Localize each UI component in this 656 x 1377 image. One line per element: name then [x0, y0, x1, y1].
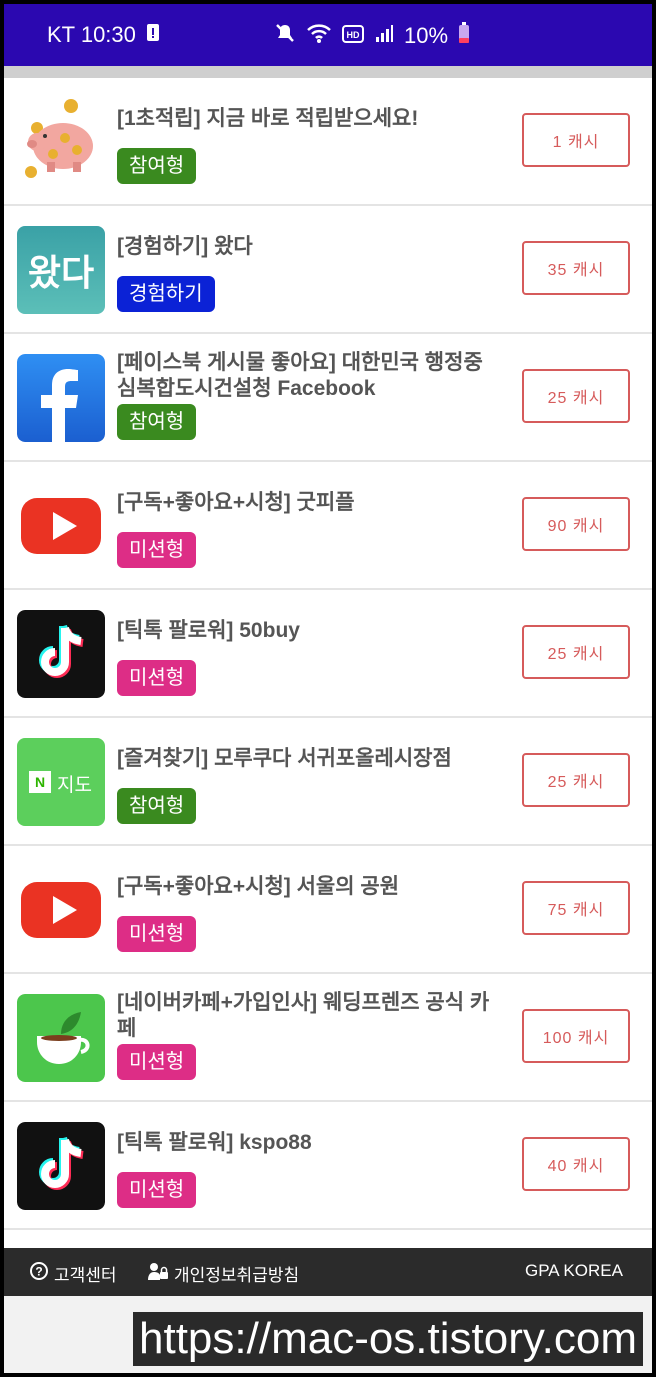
cash-reward-button[interactable]: 100 캐시 [522, 1009, 630, 1063]
battery-icon [458, 22, 470, 50]
offer-type-badge: 미션형 [117, 1172, 197, 1208]
footer-bar: ? 고객센터 개인정보취급방침 GPA KOREA [4, 1248, 652, 1296]
offer-type-badge: 미션형 [117, 532, 197, 568]
offer-title: [구독+좋아요+시청] 서울의 공원 [117, 875, 400, 898]
cash-reward-button[interactable]: 25 캐시 [522, 753, 630, 807]
cash-reward-button[interactable]: 90 캐시 [522, 497, 630, 551]
offer-title: [네이버카페+가입인사] 웨딩프렌즈 공식 카페 [117, 991, 490, 1040]
alert-icon [146, 22, 160, 48]
offer-row[interactable]: [틱톡 팔로워] kspo88 미션형 40 캐시 [4, 1102, 652, 1230]
status-bar: KT 10:30 HD 10% [4, 4, 652, 66]
carrier-time: KT 10:30 [47, 22, 136, 47]
offer-type-badge: 참여형 [117, 404, 197, 440]
offer-row[interactable]: [1초적립] 지금 바로 적립받으세요! 참여형 1 캐시 [4, 78, 652, 206]
support-link[interactable]: ? 고객센터 [30, 1261, 117, 1286]
offer-row[interactable]: [구독+좋아요+시청] 굿피플 미션형 90 캐시 [4, 462, 652, 590]
hd-icon: HD [342, 23, 364, 49]
app-frame: KT 10:30 HD 10% [1초적립] 지금 바로 적립받으세요! 참여형… [4, 4, 652, 1373]
offer-type-badge: 미션형 [117, 1044, 197, 1080]
offer-row[interactable]: [네이버카페+가입인사] 웨딩프렌즈 공식 카페 미션형 100 캐시 [4, 974, 652, 1102]
wassda-app-icon: 왔다 [17, 226, 105, 314]
offer-type-badge: 참여형 [117, 148, 197, 184]
privacy-label: 개인정보취급방침 [174, 1266, 300, 1285]
company-name: GPA KOREA [525, 1261, 623, 1280]
naver-map-icon: N 지도 [17, 738, 105, 826]
cash-reward-button[interactable]: 75 캐시 [522, 881, 630, 935]
piggy-bank-icon [17, 98, 105, 186]
tiktok-icon [17, 1122, 105, 1210]
youtube-icon [17, 482, 105, 570]
svg-text:HD: HD [347, 30, 360, 40]
mute-icon [274, 22, 296, 50]
offer-row[interactable]: [구독+좋아요+시청] 서울의 공원 미션형 75 캐시 [4, 846, 652, 974]
naver-map-icon-text: 지도 [57, 775, 92, 796]
svg-text:?: ? [35, 1265, 42, 1279]
support-label: 고객센터 [54, 1266, 117, 1285]
naver-cafe-icon [17, 994, 105, 1082]
offer-title: [1초적립] 지금 바로 적립받으세요! [117, 107, 419, 130]
top-divider [4, 66, 652, 78]
tiktok-icon [17, 610, 105, 698]
facebook-icon [17, 354, 105, 442]
offer-row[interactable]: [틱톡 팔로워] 50buy 미션형 25 캐시 [4, 590, 652, 718]
watermark-text: https://mac-os.tistory.com [133, 1312, 643, 1366]
naver-n-logo: N [29, 771, 51, 793]
offer-title: [즐겨찾기] 모루쿠다 서귀포올레시장점 [117, 747, 452, 770]
offer-row[interactable]: [페이스북 게시물 좋아요] 대한민국 행정중심복합도시건설청 Facebook… [4, 334, 652, 462]
offer-row[interactable]: 왔다 [경험하기] 왔다 경험하기 35 캐시 [4, 206, 652, 334]
cash-reward-button[interactable]: 35 캐시 [522, 241, 630, 295]
offer-type-badge: 경험하기 [117, 276, 215, 312]
offer-title: [경험하기] 왔다 [117, 235, 253, 258]
offer-type-badge: 미션형 [117, 916, 197, 952]
help-circle-icon: ? [30, 1262, 48, 1285]
youtube-icon [17, 866, 105, 954]
cash-reward-button[interactable]: 25 캐시 [522, 369, 630, 423]
offer-title: [구독+좋아요+시청] 굿피플 [117, 491, 355, 514]
offer-title: [틱톡 팔로워] 50buy [117, 619, 300, 642]
privacy-policy-link[interactable]: 개인정보취급방침 [148, 1261, 299, 1286]
status-right: HD 10% [274, 22, 470, 50]
offer-type-badge: 참여형 [117, 788, 197, 824]
cash-reward-button[interactable]: 1 캐시 [522, 113, 630, 167]
offer-list[interactable]: [1초적립] 지금 바로 적립받으세요! 참여형 1 캐시 왔다 [경험하기] … [4, 78, 652, 1248]
offer-title: [틱톡 팔로워] kspo88 [117, 1131, 312, 1154]
signal-icon [374, 23, 394, 49]
offer-row[interactable]: N 지도 [즐겨찾기] 모루쿠다 서귀포올레시장점 참여형 25 캐시 [4, 718, 652, 846]
user-lock-icon [148, 1262, 168, 1285]
cash-reward-button[interactable]: 25 캐시 [522, 625, 630, 679]
offer-title: [페이스북 게시물 좋아요] 대한민국 행정중심복합도시건설청 Facebook [117, 351, 483, 400]
wassda-icon-text: 왔다 [27, 252, 95, 293]
offer-type-badge: 미션형 [117, 660, 197, 696]
status-left: KT 10:30 [47, 22, 160, 48]
wifi-icon [306, 22, 332, 50]
cash-reward-button[interactable]: 40 캐시 [522, 1137, 630, 1191]
battery-percent: 10% [404, 23, 449, 48]
